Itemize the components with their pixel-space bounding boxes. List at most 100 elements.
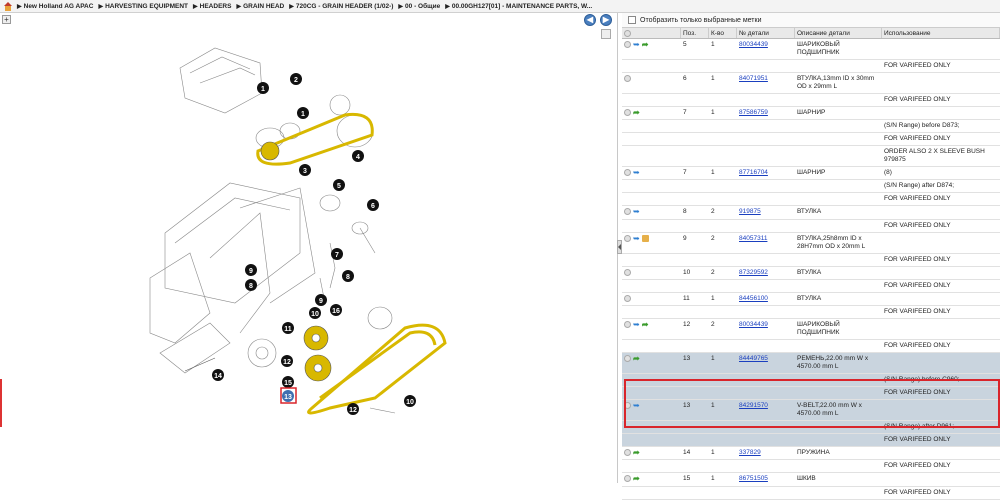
table-row[interactable]: FOR VARIFEED ONLY [622, 434, 1000, 448]
kit-box-icon[interactable] [641, 234, 649, 242]
table-row[interactable]: ➦ 7 1 87586759 ШАРНИР [622, 107, 1000, 121]
select-circle-icon[interactable] [624, 75, 631, 82]
info-arrow-icon[interactable]: ➥ [633, 402, 640, 410]
select-circle-icon[interactable] [624, 449, 631, 457]
part-number-link[interactable]: 87329592 [739, 269, 768, 276]
table-row[interactable]: ➦ 15 1 86751505 ШКИВ [622, 473, 1000, 487]
table-row[interactable]: ➥ 8 2 919875 ВТУЛКА [622, 206, 1000, 220]
table-row[interactable]: 6 1 84071951 ВТУЛКА,13mm ID x 30mm OD x 29m… [622, 73, 1000, 94]
select-circle-icon[interactable] [624, 355, 631, 363]
home-icon[interactable] [3, 1, 13, 11]
select-circle-icon[interactable] [624, 208, 631, 216]
table-row[interactable]: ORDER ALSO 2 X SLEEVE BUSH 979875 [622, 146, 1000, 168]
col-qty[interactable]: К-во [709, 28, 737, 38]
part-number-cell[interactable] [737, 180, 795, 192]
select-circle-icon[interactable] [624, 41, 631, 48]
part-number-link[interactable]: 919875 [739, 208, 761, 215]
callout-12b[interactable]: 12 [347, 403, 359, 415]
part-number-link[interactable]: 84456100 [739, 295, 768, 302]
callout-11[interactable]: 11 [282, 322, 294, 334]
breadcrumb-item[interactable]: ▶ HEADERS [193, 3, 231, 10]
callout-2[interactable]: 2 [290, 73, 302, 85]
select-circle-icon[interactable] [624, 294, 631, 302]
callout-9b[interactable]: 9 [315, 294, 327, 306]
col-description[interactable]: Описание детали [795, 28, 882, 38]
callout-15[interactable]: 15 [282, 376, 294, 388]
info-arrow-icon[interactable]: ➥ [633, 208, 640, 216]
breadcrumb-item[interactable]: ▶ 720CG - GRAIN HEADER (1/02-) [289, 3, 393, 10]
part-number-cell[interactable]: 337829 [737, 447, 795, 459]
table-row[interactable]: ➦ 14 1 337829 ПРУЖИНА [622, 447, 1000, 461]
table-row[interactable]: FOR VARIFEED ONLY [622, 306, 1000, 320]
part-number-cell[interactable] [737, 306, 795, 318]
callout-10b[interactable]: 10 [404, 395, 416, 407]
callout-14[interactable]: 14 [212, 369, 224, 381]
select-all-icon[interactable] [624, 30, 631, 37]
table-row[interactable]: FOR VARIFEED ONLY [622, 280, 1000, 293]
callout-8b[interactable]: 8 [245, 279, 257, 291]
part-number-cell[interactable] [737, 340, 795, 352]
part-number-link[interactable]: 84449765 [739, 355, 768, 362]
breadcrumb-item[interactable]: ▶ GRAIN HEAD [236, 3, 284, 10]
part-number-link[interactable]: 337829 [739, 449, 761, 456]
select-circle-icon[interactable] [624, 475, 631, 483]
part-number-cell[interactable] [737, 254, 795, 266]
show-selected-checkbox[interactable] [628, 16, 636, 24]
callout-5[interactable]: 5 [333, 179, 345, 191]
cart-arrow-icon[interactable]: ➦ [633, 109, 640, 117]
cart-arrow-icon[interactable]: ➦ [642, 321, 649, 329]
select-circle-icon[interactable] [624, 321, 631, 329]
part-number-link[interactable]: 87716704 [739, 169, 768, 176]
breadcrumb-item[interactable]: ▶ New Holland AG APAC [17, 3, 93, 10]
table-row[interactable]: (S/N Range) after D874; [622, 180, 1000, 194]
info-arrow-icon[interactable]: ➥ [633, 234, 640, 242]
part-number-cell[interactable] [737, 387, 795, 399]
select-circle-icon[interactable] [624, 234, 631, 242]
select-circle-icon[interactable] [624, 109, 631, 116]
table-row[interactable]: ➥ ➦ 12 2 80034439 ШАРИКОВЫЙ ПОДШИПНИК [622, 319, 1000, 341]
callout-4[interactable]: 4 [352, 150, 364, 162]
part-number-link[interactable]: 80034439 [739, 41, 768, 48]
part-number-cell[interactable] [737, 146, 795, 166]
callout-3[interactable]: 3 [299, 164, 311, 176]
part-number-cell[interactable]: 84456100 [737, 293, 795, 305]
part-number-cell[interactable] [737, 60, 795, 72]
callout-8[interactable]: 8 [342, 270, 354, 282]
part-number-cell[interactable]: 87716704 [737, 167, 795, 179]
callout-13[interactable]: 13 [280, 387, 297, 404]
table-row[interactable]: FOR VARIFEED ONLY [622, 254, 1000, 267]
part-number-cell[interactable] [737, 434, 795, 446]
callout-7[interactable]: 7 [331, 248, 343, 260]
table-row[interactable]: ➥ 7 1 87716704 ШАРНИР (8) [622, 167, 1000, 181]
table-row[interactable]: FOR VARIFEED ONLY [622, 60, 1000, 73]
cart-arrow-icon[interactable]: ➦ [633, 355, 640, 363]
callout-9[interactable]: 9 [245, 264, 257, 276]
col-pos[interactable]: Поз. [681, 28, 709, 38]
table-row[interactable]: 11 1 84456100 ВТУЛКА [622, 293, 1000, 307]
table-row[interactable]: ➥ 9 2 84057311 ВТУЛКА,25h8mm ID x 28H7mm OD … [622, 233, 1000, 254]
col-part-number[interactable]: № детали [737, 28, 795, 38]
cart-arrow-icon[interactable]: ➦ [642, 41, 649, 49]
breadcrumb-item[interactable]: ▶ HARVESTING EQUIPMENT [98, 3, 188, 10]
part-number-link[interactable]: 80034439 [739, 321, 768, 328]
table-row[interactable]: FOR VARIFEED ONLY [622, 340, 1000, 354]
part-number-cell[interactable]: 86751505 [737, 473, 795, 485]
info-arrow-icon[interactable]: ➥ [633, 169, 640, 177]
part-number-cell[interactable]: 87586759 [737, 107, 795, 119]
table-row[interactable]: 10 2 87329592 ВТУЛКА [622, 267, 1000, 280]
callout-12[interactable]: 12 [281, 355, 293, 367]
part-number-cell[interactable]: 84449765 [737, 353, 795, 373]
part-number-cell[interactable]: 87329592 [737, 267, 795, 279]
part-number-cell[interactable]: 84057311 [737, 233, 795, 253]
select-circle-icon[interactable] [624, 268, 631, 276]
table-row[interactable]: ➥ 13 1 84291570 V-BELT,22.00 mm W x 4570.00 … [622, 400, 1000, 422]
table-row[interactable]: FOR VARIFEED ONLY [622, 94, 1000, 107]
info-arrow-icon[interactable]: ➥ [633, 41, 640, 49]
part-number-cell[interactable] [737, 374, 795, 386]
part-number-cell[interactable] [737, 460, 795, 472]
table-row[interactable]: ➥ ➦ 5 1 80034439 ШАРИКОВЫЙ ПОДШИПНИК [622, 39, 1000, 60]
part-number-cell[interactable]: 80034439 [737, 319, 795, 339]
part-number-cell[interactable] [737, 421, 795, 433]
part-number-cell[interactable] [737, 94, 795, 106]
part-number-cell[interactable]: 80034439 [737, 39, 795, 59]
